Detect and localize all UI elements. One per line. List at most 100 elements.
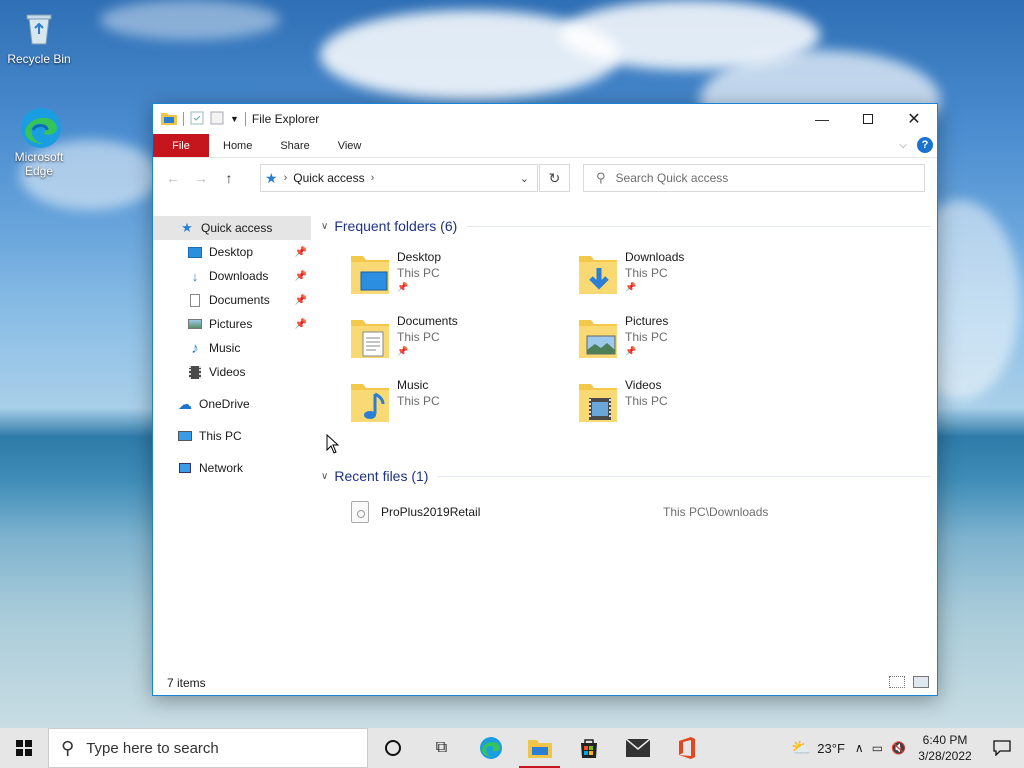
chevron-right-icon[interactable]: › [371,172,375,184]
sidebar-item-label: Videos [209,365,246,379]
back-button[interactable]: ← [159,170,187,186]
desktop-icon-label: Recycle Bin [7,52,71,66]
group-header-frequent[interactable]: ∨ Frequent folders (6) [319,216,931,236]
taskbar-app-file-explorer[interactable] [515,728,564,768]
taskbar-search-box[interactable]: ⚲ Type here to search [48,728,368,768]
pin-icon[interactable]: 📌 [295,247,307,258]
new-folder-icon[interactable] [210,111,224,128]
sidebar-item-videos[interactable]: Videos [153,360,311,384]
start-button[interactable] [0,728,48,768]
show-hidden-icons-icon[interactable]: ∧ [855,741,864,755]
up-button[interactable]: ↑ [215,170,243,186]
close-button[interactable]: ✕ [891,104,937,134]
sidebar-item-label: Desktop [209,245,254,259]
pin-icon: 📌 [397,282,409,292]
sidebar-item-desktop[interactable]: Desktop 📌 [153,240,311,264]
action-center-button[interactable] [980,740,1024,756]
music-note-icon: ♪ [191,339,199,357]
group-title: Recent files (1) [334,468,429,484]
sidebar-item-downloads[interactable]: ↓ Downloads 📌 [153,264,311,288]
sidebar-item-pictures[interactable]: Pictures 📌 [153,312,311,336]
folder-location: This PC [397,266,440,280]
file-explorer-window: ▼ File Explorer — ✕ File Home Share View… [152,103,938,696]
address-location[interactable]: Quick access [293,171,364,185]
folder-name: Pictures [625,314,669,328]
chevron-down-icon[interactable]: ▼ [230,114,239,124]
volume-muted-icon[interactable]: 🔇 [891,741,906,755]
desktop-icon-edge[interactable]: Microsoft Edge [2,106,76,178]
task-view-button[interactable]: ⧉ [417,728,466,768]
tab-file[interactable]: File [153,134,209,157]
sidebar-item-onedrive[interactable]: ☁ OneDrive [153,392,311,416]
taskbar-app-store[interactable] [564,728,613,768]
separator [244,112,246,126]
computer-icon [177,429,193,443]
cloud-icon: ☁ [178,395,192,412]
taskbar-search-input[interactable]: Type here to search [86,740,219,757]
clock-date: 3/28/2022 [918,749,972,763]
clock[interactable]: 6:40 PM 3/28/2022 [910,732,980,764]
group-header-recent[interactable]: ∨ Recent files (1) [319,466,931,486]
taskbar-app-edge[interactable] [466,728,515,768]
forward-button[interactable]: → [187,170,215,186]
navigation-pane: ★ Quick access Desktop 📌 ↓ Downloads 📌 D… [153,216,311,480]
folder-name: Downloads [625,250,685,264]
details-view-icon[interactable] [889,676,905,688]
clock-time: 6:40 PM [922,733,968,747]
mouse-cursor [326,433,340,457]
refresh-button[interactable]: ↻ [539,164,570,192]
desktop-icon-label: Microsoft Edge [14,150,64,178]
help-icon[interactable]: ? [917,137,933,153]
folder-tile-downloads[interactable]: Downloads This PC 📌 [577,250,797,310]
edge-icon [479,737,502,759]
tab-home[interactable]: Home [209,134,266,157]
folder-tile-videos[interactable]: Videos This PC [577,378,797,438]
quick-access-toolbar: ▼ [153,111,246,128]
recent-file-row[interactable]: ProPlus2019Retail This PC\Downloads [319,496,931,528]
folder-tile-desktop[interactable]: Desktop This PC 📌 [349,250,569,310]
search-icon: ⚲ [596,170,606,185]
network-icon[interactable]: ▭ [872,741,883,755]
sidebar-item-documents[interactable]: Documents 📌 [153,288,311,312]
folder-videos-icon [577,378,619,426]
folder-tile-pictures[interactable]: Pictures This PC 📌 [577,314,797,374]
sidebar-item-music[interactable]: ♪ Music [153,336,311,360]
folder-tile-documents[interactable]: Documents This PC 📌 [349,314,569,374]
weather-icon[interactable]: ⛅ [791,738,811,758]
arrow-up-icon: ↑ [225,170,233,186]
desktop-icon-recycle-bin[interactable]: Recycle Bin [2,8,76,66]
status-bar: 7 items [153,671,937,695]
item-count: 7 items [167,676,206,690]
chevron-right-icon: › [283,172,288,184]
taskbar-app-office[interactable] [662,728,711,768]
pin-icon[interactable]: 📌 [295,271,307,282]
pin-icon[interactable]: 📌 [295,319,307,330]
weather-temperature[interactable]: 23°F [817,741,845,756]
minimize-button[interactable]: — [799,104,845,134]
address-history-dropdown[interactable]: ⌄ [520,172,529,185]
folder-location: This PC [397,394,440,408]
pin-icon[interactable]: 📌 [295,295,307,306]
expand-ribbon-icon[interactable]: ⌵ [899,140,907,151]
address-bar[interactable]: ★ › Quick access › ⌄ [260,164,538,192]
search-box[interactable]: ⚲ Search Quick access [583,164,925,192]
folder-tile-music[interactable]: Music This PC [349,378,569,438]
sidebar-item-this-pc[interactable]: This PC [153,424,311,448]
folder-name: Videos [625,378,662,392]
folder-pictures-icon [577,314,619,362]
search-input[interactable]: Search Quick access [616,171,729,185]
chevron-down-icon: ∨ [321,470,329,482]
taskbar-app-mail[interactable] [613,728,662,768]
properties-icon[interactable] [190,111,204,128]
sidebar-item-network[interactable]: Network [153,456,311,480]
folder-name: Music [397,378,429,392]
tab-share[interactable]: Share [266,134,323,157]
cortana-icon [384,740,401,756]
sidebar-item-quick-access[interactable]: ★ Quick access [153,216,311,240]
maximize-button[interactable] [845,104,891,134]
large-icons-view-icon[interactable] [913,676,929,688]
title-bar[interactable]: ▼ File Explorer — ✕ [153,104,937,134]
tab-view[interactable]: View [324,134,376,157]
network-icon [177,461,193,475]
cortana-button[interactable] [368,728,417,768]
